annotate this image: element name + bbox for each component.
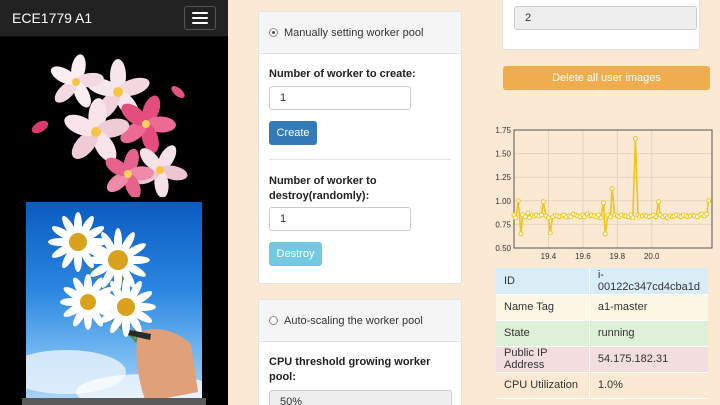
manual-radio-label: Manually setting worker pool xyxy=(284,26,424,39)
cpu-data-point xyxy=(525,210,531,216)
create-button[interactable]: Create xyxy=(269,121,317,145)
y-tick-label: 1.25 xyxy=(495,173,511,182)
stats-column: 2 Delete all user images 1.75 1.50 1.25 1.0… xyxy=(492,0,720,405)
table-value-cell: a1-master xyxy=(589,294,708,321)
x-tick-label: 19.6 xyxy=(575,252,591,261)
table-value-cell: i-00122c347cd4cba1d xyxy=(589,268,708,295)
destroy-count-label: Number of worker to destroy(randomly): xyxy=(269,175,377,202)
destroy-button[interactable]: Destroy xyxy=(269,242,322,266)
auto-scaling-header[interactable]: Auto-scaling the worker pool xyxy=(259,300,461,342)
y-tick-label: 1.00 xyxy=(495,197,511,206)
manual-pool-header[interactable]: Manually setting worker pool xyxy=(259,12,461,54)
auto-scaling-panel: Auto-scaling the worker pool CPU thresho… xyxy=(258,299,462,405)
cpu-data-point xyxy=(515,198,521,204)
y-tick-label: 0.50 xyxy=(495,244,511,253)
cpu-grow-input[interactable]: 50% xyxy=(269,390,452,405)
cpu-data-point xyxy=(522,214,528,220)
table-key-cell: State xyxy=(496,320,590,347)
cpu-data-point xyxy=(598,215,604,221)
create-count-input[interactable]: 1 xyxy=(269,86,411,110)
cpu-data-point xyxy=(601,200,606,206)
worker-pool-column: Manually setting worker pool Number of w… xyxy=(228,0,492,405)
manual-radio-button[interactable] xyxy=(269,28,278,37)
manual-pool-panel: Manually setting worker pool Number of w… xyxy=(258,11,462,284)
table-value-cell: 54.175.182.31 xyxy=(589,346,708,373)
table-value-cell: 1.0% xyxy=(589,372,708,399)
worker-count-input[interactable]: 2 xyxy=(514,6,697,30)
destroy-count-input[interactable]: 1 xyxy=(269,207,411,231)
plumeria-flower-image xyxy=(31,54,188,197)
instance-info-table: ID i-00122c347cd4cba1d Name Tag a1-master St… xyxy=(496,268,708,399)
table-row: State running xyxy=(496,320,708,347)
worker-count-card: 2 xyxy=(502,0,700,50)
auto-scaling-radio-button[interactable] xyxy=(269,316,278,325)
cpu-data-point xyxy=(609,186,615,191)
table-row: CPU Utilization 1.0% xyxy=(496,372,708,399)
mobile-preview: ECE1779 A1 xyxy=(0,0,228,405)
hamburger-bar-icon xyxy=(192,22,208,24)
y-tick-label: 0.75 xyxy=(495,220,511,229)
next-image-strip xyxy=(22,398,206,405)
table-key-cell: Public IP Address xyxy=(496,346,590,373)
x-tick-label: 19.8 xyxy=(610,252,626,261)
table-key-cell: ID xyxy=(496,268,590,295)
table-key-cell: Name Tag xyxy=(496,294,590,321)
cpu-data-point xyxy=(706,198,712,204)
cpu-data-point xyxy=(607,214,613,220)
cpu-data-point xyxy=(513,215,519,221)
cpu-data-point xyxy=(539,212,544,218)
cpu-data-point xyxy=(632,136,638,141)
hamburger-bar-icon xyxy=(192,17,208,19)
hamburger-menu-button[interactable] xyxy=(184,6,216,30)
table-row: Name Tag a1-master xyxy=(496,294,708,321)
auto-scaling-radio-label: Auto-scaling the worker pool xyxy=(284,314,423,327)
cpu-data-point xyxy=(545,215,551,221)
delete-all-images-button[interactable]: Delete all user images xyxy=(503,66,710,90)
cpu-grow-label: CPU threshold growing worker pool: xyxy=(269,356,431,383)
cpu-data-point xyxy=(540,199,546,205)
cpu-data-point xyxy=(653,214,659,220)
table-row: Public IP Address 54.175.182.31 xyxy=(496,346,708,373)
x-tick-label: 19.4 xyxy=(541,252,557,261)
hamburger-bar-icon xyxy=(192,12,208,14)
cpu-data-point xyxy=(656,199,662,205)
cpu-data-point xyxy=(630,215,636,221)
daisy-flower-image xyxy=(24,200,204,400)
table-row: ID i-00122c347cd4cba1d xyxy=(496,268,708,295)
navbar-brand[interactable]: ECE1779 A1 xyxy=(12,10,92,26)
cpu-data-point xyxy=(602,231,608,237)
navbar: ECE1779 A1 xyxy=(0,0,228,37)
cpu-data-point xyxy=(547,230,553,236)
x-tick-label: 20.0 xyxy=(644,252,660,261)
cpu-utilization-chart: 1.75 1.50 1.25 1.00 0.75 0.50 19.4 19.6 19.8 20.0 xyxy=(495,126,713,261)
y-tick-label: 1.75 xyxy=(495,126,511,135)
create-count-label: Number of worker to create: xyxy=(269,68,416,80)
y-tick-label: 1.50 xyxy=(495,150,511,159)
cpu-data-point xyxy=(704,211,710,217)
table-key-cell: CPU Utilization xyxy=(496,372,590,399)
table-value-cell: running xyxy=(589,320,708,347)
cpu-data-point xyxy=(518,231,524,237)
